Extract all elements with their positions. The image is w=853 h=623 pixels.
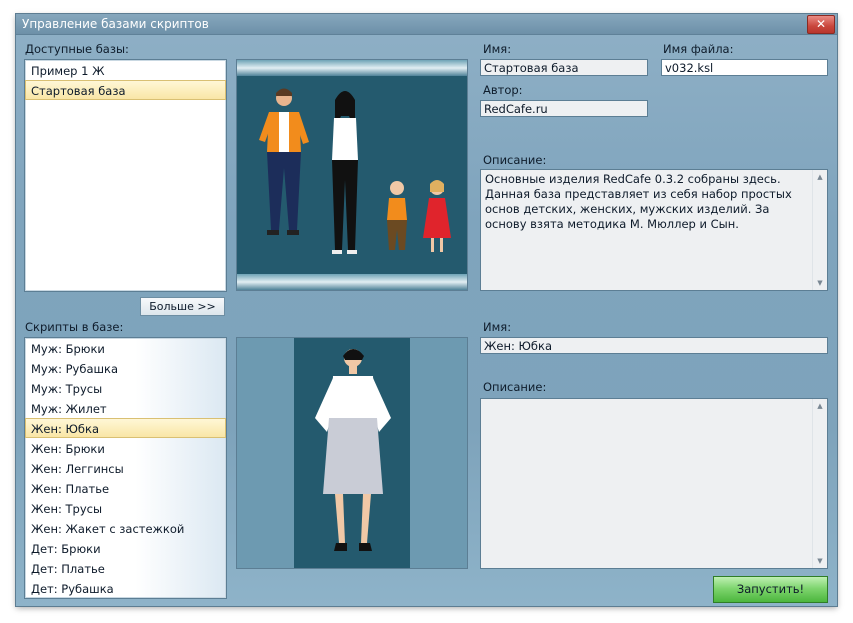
list-item[interactable]: Дет: Рубашка	[25, 578, 226, 598]
list-item[interactable]: Жен: Трусы	[25, 498, 226, 518]
base-description-scrollbar[interactable]: ▲ ▼	[812, 170, 827, 290]
script-preview-image	[236, 337, 468, 569]
more-button[interactable]: Больше >>	[140, 297, 225, 316]
author-field[interactable]: RedCafe.ru	[480, 100, 648, 117]
base-description-memo[interactable]: Основные изделия RedCafe 0.3.2 собраны з…	[480, 169, 828, 291]
list-item[interactable]: Стартовая база	[25, 80, 226, 100]
list-item[interactable]: Муж: Жилет	[25, 398, 226, 418]
script-description-label: Описание:	[483, 380, 547, 394]
scripts-label: Скрипты в базе:	[25, 320, 124, 334]
list-item[interactable]: Пример 1 Ж	[25, 60, 226, 80]
close-button[interactable]: ✕	[807, 15, 835, 34]
script-description-memo[interactable]: ▲ ▼	[480, 398, 828, 569]
base-preview-image	[236, 59, 468, 291]
list-item[interactable]: Муж: Брюки	[25, 338, 226, 358]
filename-label: Имя файла:	[663, 42, 734, 56]
base-name-label: Имя:	[483, 42, 512, 56]
bases-list[interactable]: Пример 1 Ж Стартовая база	[24, 59, 227, 292]
list-item[interactable]: Дет: Платье	[25, 558, 226, 578]
window-title: Управление базами скриптов	[22, 17, 209, 31]
scroll-down-icon[interactable]: ▼	[813, 276, 827, 290]
author-label: Автор:	[483, 83, 523, 97]
scripts-list[interactable]: Муж: Брюки Муж: Рубашка Муж: Трусы Муж: Жил…	[24, 337, 227, 599]
skirt-model-illustration	[237, 338, 467, 568]
scroll-up-icon[interactable]: ▲	[813, 399, 827, 413]
run-button[interactable]: Запустить!	[713, 576, 828, 603]
list-item[interactable]: Жен: Юбка	[25, 418, 226, 438]
bases-label: Доступные базы:	[25, 42, 129, 56]
script-base-manager-window: Управление базами скриптов ✕ Доступные б…	[16, 14, 837, 606]
script-name-label: Имя:	[483, 320, 512, 334]
scroll-down-icon[interactable]: ▼	[813, 554, 827, 568]
filename-field[interactable]: v032.ksl	[661, 59, 828, 76]
title-bar: Управление базами скриптов ✕	[16, 14, 837, 35]
list-item[interactable]: Дет: Брюки	[25, 538, 226, 558]
list-item[interactable]: Муж: Рубашка	[25, 358, 226, 378]
list-item[interactable]: Жен: Жакет с застежкой	[25, 518, 226, 538]
list-item[interactable]: Жен: Платье	[25, 478, 226, 498]
base-description-label: Описание:	[483, 153, 547, 167]
base-name-field[interactable]: Стартовая база	[480, 59, 648, 76]
script-description-scrollbar[interactable]: ▲ ▼	[812, 399, 827, 568]
scroll-up-icon[interactable]: ▲	[813, 170, 827, 184]
list-item[interactable]: Жен: Брюки	[25, 438, 226, 458]
script-name-field[interactable]: Жен: Юбка	[480, 337, 828, 354]
base-description-text: Основные изделия RedCafe 0.3.2 собраны з…	[485, 172, 792, 231]
list-item[interactable]: Муж: Трусы	[25, 378, 226, 398]
list-item[interactable]: Жен: Леггинсы	[25, 458, 226, 478]
family-illustration	[237, 60, 467, 290]
